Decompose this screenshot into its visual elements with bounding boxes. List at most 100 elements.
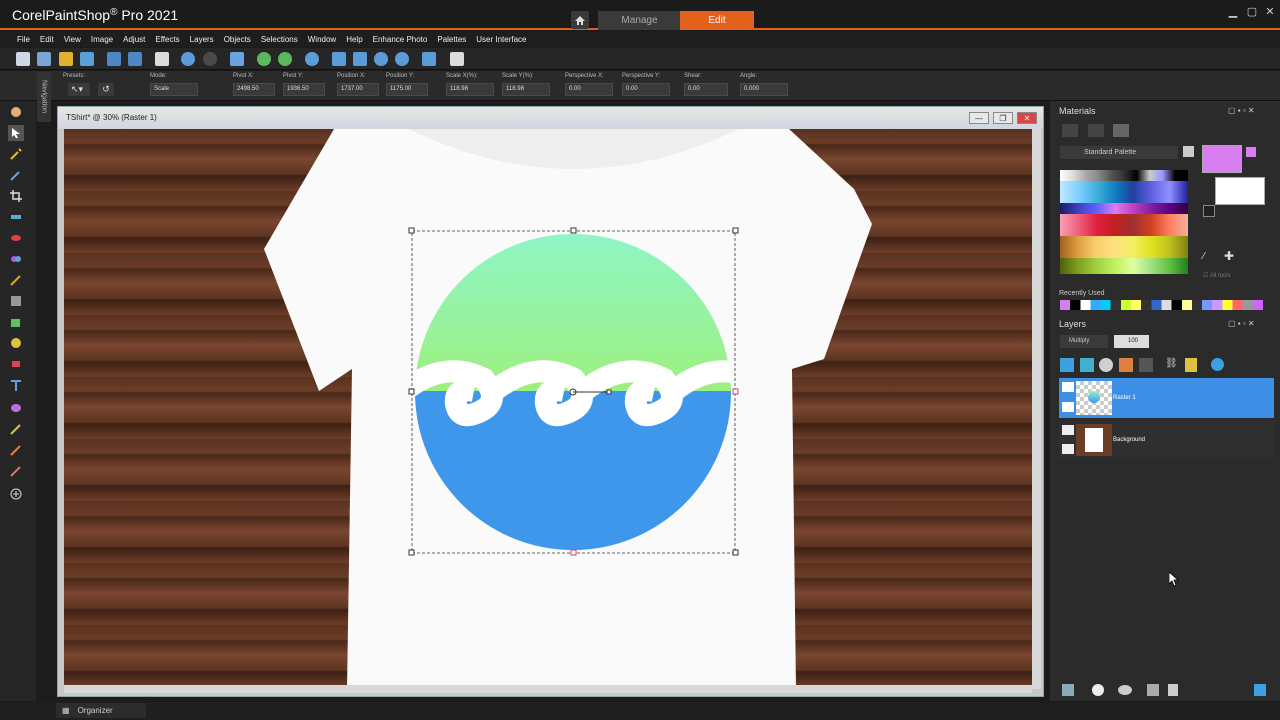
pick-tool-icon[interactable] [8,125,24,141]
pivot-y-field[interactable]: 1936.50 [283,83,325,96]
link-icon[interactable]: ⛓ [1165,358,1179,372]
merge-icon[interactable] [1147,684,1159,696]
dropper-icon[interactable]: ⁄ [1203,251,1205,262]
pen-tool-icon[interactable] [8,421,24,437]
menu-objects[interactable]: Objects [219,35,256,44]
new-group-icon[interactable] [1099,358,1113,372]
swatches-tab[interactable] [1113,124,1129,137]
eraser-tool-icon[interactable] [8,356,24,372]
view-icon[interactable] [1118,685,1132,695]
swap-colors-icon[interactable] [1203,205,1215,217]
straighten-tool-icon[interactable] [8,209,24,225]
vertical-scrollbar[interactable] [1032,129,1041,689]
foreground-color-swatch[interactable] [1202,145,1242,173]
close-button[interactable]: ✕ [1263,4,1277,18]
menu-help[interactable]: Help [341,35,367,44]
frame-tab[interactable] [1062,124,1078,137]
fg-mini-swatch[interactable] [1246,147,1256,157]
organizer-tab[interactable]: ▦ Organizer [56,703,146,718]
all-tools-checkbox[interactable]: ☑ All tools [1203,272,1231,279]
zoom-in-icon[interactable] [395,52,409,66]
menu-palettes[interactable]: Palettes [432,35,471,44]
menu-effects[interactable]: Effects [150,35,184,44]
navigation-tab[interactable]: Navigation [37,72,51,122]
visibility-icon[interactable] [1062,382,1074,392]
blend-mode-select[interactable]: Multiply [1060,335,1108,348]
undo-icon[interactable] [181,52,195,66]
doc-restore-button[interactable]: ❐ [993,112,1013,124]
menu-view[interactable]: View [59,35,86,44]
home-button[interactable] [571,11,589,29]
gradient-tool-icon[interactable] [8,293,24,309]
add-tool-icon[interactable] [8,486,24,502]
new-from-clipboard-icon[interactable] [37,52,51,66]
lighten-darken-icon[interactable] [8,463,24,479]
scale-x-field[interactable]: 118.98 [446,83,494,96]
menu-layers[interactable]: Layers [185,35,219,44]
share-icon[interactable] [450,52,464,66]
crop-tool-icon[interactable] [8,188,24,204]
scale-y-field[interactable]: 118.98 [502,83,550,96]
mask-icon[interactable] [1092,684,1104,696]
shape-tool-icon[interactable] [8,400,24,416]
doc-close-button[interactable]: ✕ [1017,112,1037,124]
fill-tool-icon[interactable] [8,314,24,330]
text-tool-icon[interactable] [8,378,24,394]
layer-row-raster-1[interactable]: Raster 1 [1059,378,1274,418]
maximize-button[interactable]: ▢ [1245,4,1259,18]
print-icon[interactable] [155,52,169,66]
lock-icon[interactable] [1185,358,1197,372]
menu-selections[interactable]: Selections [256,35,303,44]
palette-select[interactable]: Standard Palette [1060,146,1178,159]
add-swatch-icon[interactable]: ✚ [1224,249,1234,263]
adjustment-layer-icon[interactable] [1119,358,1133,372]
new-file-icon[interactable] [16,52,30,66]
menu-image[interactable]: Image [86,35,118,44]
pan-tool-icon[interactable] [8,104,24,120]
perspective-x-field[interactable]: 0.00 [565,83,613,96]
mask-layer-icon[interactable] [1139,358,1153,372]
layer-effects-icon[interactable] [1211,358,1224,371]
save-icon[interactable] [107,52,121,66]
new-vector-layer-icon[interactable] [1080,358,1094,372]
menu-edit[interactable]: Edit [35,35,59,44]
layers-panel-controls[interactable]: ▢ ▪ ▫ ✕ [1228,319,1255,328]
brush-tool-icon[interactable] [8,272,24,288]
background-color-swatch[interactable] [1215,177,1265,205]
clone-tool-icon[interactable] [8,251,24,267]
scan-icon[interactable] [80,52,94,66]
open-folder-icon[interactable] [59,52,73,66]
visibility-icon[interactable] [1062,425,1074,435]
reset-icon[interactable]: ↺ [98,83,114,96]
zoom-out-icon[interactable] [374,52,388,66]
step-back-icon[interactable] [257,52,271,66]
layer-row-background[interactable]: Background [1059,421,1274,459]
perspective-y-field[interactable]: 0.00 [622,83,670,96]
tab-manage[interactable]: Manage [598,11,681,30]
red-eye-tool-icon[interactable] [8,230,24,246]
doc-minimize-button[interactable]: — [969,112,989,124]
minimize-button[interactable]: ▁ [1226,4,1240,18]
menu-enhance-photo[interactable]: Enhance Photo [368,35,433,44]
save-as-icon[interactable] [128,52,142,66]
dropper-tool-icon[interactable] [8,167,24,183]
mode-select[interactable]: Scale [150,83,198,96]
materials-panel-controls[interactable]: ▢ ▪ ▫ ✕ [1228,106,1255,115]
menu-adjust[interactable]: Adjust [118,35,150,44]
angle-field[interactable]: 0.000 [740,83,788,96]
menu-user-interface[interactable]: User Interface [471,35,531,44]
redo-icon[interactable] [203,52,217,66]
layer-properties-icon[interactable] [1062,684,1074,696]
rainbow-tab[interactable] [1088,124,1104,137]
color-swatch-grid[interactable] [1060,170,1188,274]
info-icon[interactable] [305,52,319,66]
warp-brush-icon[interactable] [8,442,24,458]
zoom-to-fit-icon[interactable] [332,52,346,66]
position-y-field[interactable]: 1175.00 [386,83,428,96]
step-forward-icon[interactable] [278,52,292,66]
selection-tool-icon[interactable] [8,146,24,162]
presets-dropdown[interactable]: ↖▾ [68,83,90,96]
new-layer-icon[interactable] [1060,358,1074,372]
palette-options-icon[interactable] [1183,146,1194,157]
resize-icon[interactable] [230,52,244,66]
